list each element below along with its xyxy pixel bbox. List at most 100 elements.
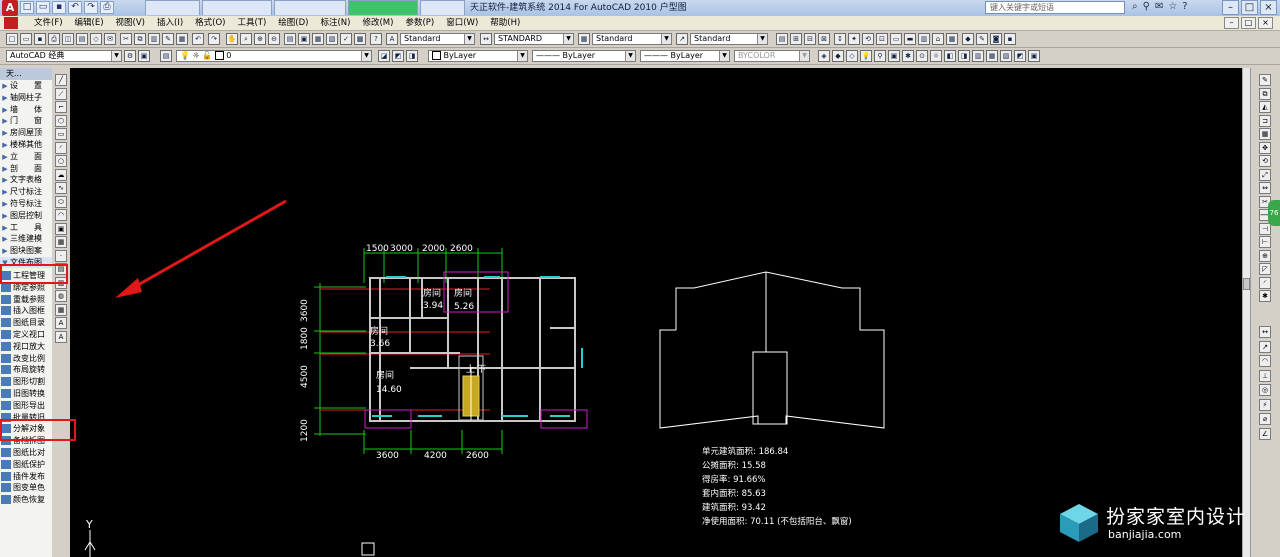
quickcalc-icon[interactable]: ▩ bbox=[354, 33, 366, 45]
search-icon[interactable]: ⌕ bbox=[1132, 1, 1138, 12]
doc-minimize-button[interactable]: – bbox=[1224, 17, 1239, 29]
tz-view-9-icon[interactable]: ☼ bbox=[930, 50, 942, 62]
ellipse-arc-icon[interactable]: ◠ bbox=[55, 209, 67, 221]
undo-icon[interactable]: ↶ bbox=[192, 33, 204, 45]
move-icon[interactable]: ✥ bbox=[1259, 141, 1271, 154]
palette-item-5[interactable]: ▶ 楼梯其他 bbox=[0, 139, 52, 150]
tz-view-3-icon[interactable]: ◇ bbox=[846, 50, 858, 62]
tz-tool-11-icon[interactable]: ▥ bbox=[918, 33, 930, 45]
browser-tab-5[interactable] bbox=[420, 0, 465, 15]
table-style-icon[interactable]: ▦ bbox=[578, 33, 590, 45]
3d-dwf-icon[interactable]: ◇ bbox=[90, 33, 102, 45]
browser-tab-1[interactable] bbox=[145, 0, 200, 15]
dim-ordinate-icon[interactable]: ⊥ bbox=[1259, 369, 1271, 382]
markup-icon[interactable]: ✓ bbox=[340, 33, 352, 45]
close-button[interactable]: × bbox=[1260, 0, 1277, 15]
palette-item-12[interactable]: ▶ 工 具 bbox=[0, 222, 52, 233]
redo-icon[interactable]: ↷ bbox=[84, 1, 98, 14]
multiline-text-icon[interactable]: A bbox=[55, 317, 67, 329]
lineweight-select[interactable]: ——— ByLayer ▼ bbox=[640, 50, 730, 62]
palette-item-31[interactable]: 图纸比对 bbox=[0, 447, 52, 458]
polygon-icon[interactable]: ⬡ bbox=[55, 114, 67, 127]
menu-view[interactable]: 视图(V) bbox=[110, 16, 151, 30]
etransmit-icon[interactable]: ✉ bbox=[104, 33, 116, 45]
chamfer-icon[interactable]: ◸ bbox=[1259, 263, 1271, 275]
erase-icon[interactable]: ✎ bbox=[1259, 74, 1271, 86]
tool-palettes-icon[interactable]: ▦ bbox=[312, 33, 324, 45]
match-properties-icon[interactable]: ✎ bbox=[162, 33, 174, 45]
workspace-select[interactable]: AutoCAD 经典 ▼ bbox=[6, 50, 122, 62]
region-icon[interactable]: ◍ bbox=[55, 290, 67, 302]
palette-item-35[interactable]: 颜色恢复 bbox=[0, 494, 52, 505]
tz-tool-9-icon[interactable]: ▭ bbox=[890, 33, 902, 45]
browser-tab-2[interactable] bbox=[202, 0, 272, 15]
palette-item-11[interactable]: ▶ 图层控制 bbox=[0, 210, 52, 221]
workspace-settings-icon[interactable]: ⚙ bbox=[124, 50, 136, 62]
rectangle-icon[interactable]: ▭ bbox=[55, 128, 67, 140]
tz-view-11-icon[interactable]: ◨ bbox=[958, 50, 970, 62]
palette-item-7[interactable]: ▶ 剖 面 bbox=[0, 163, 52, 174]
copy-icon[interactable]: ⧉ bbox=[134, 33, 146, 45]
maximize-button[interactable]: □ bbox=[1241, 0, 1258, 15]
zoom-realtime-icon[interactable]: ⌕ bbox=[240, 33, 252, 45]
layer-previous-icon[interactable]: ◩ bbox=[392, 50, 404, 62]
pan-icon[interactable]: ✋ bbox=[226, 33, 238, 45]
palette-item-1[interactable]: ▶ 轴网柱子 bbox=[0, 92, 52, 103]
tz-tool-1-icon[interactable]: ▤ bbox=[776, 33, 788, 45]
dim-aligned-icon[interactable]: ↗ bbox=[1259, 340, 1271, 353]
text-icon[interactable]: A bbox=[55, 330, 67, 343]
spline-icon[interactable]: ∿ bbox=[55, 182, 67, 194]
palette-item-13[interactable]: ▶ 三维建模 bbox=[0, 233, 52, 244]
palette-item-26[interactable]: 旧图转换 bbox=[0, 388, 52, 399]
palette-item-14[interactable]: ▶ 图块图案 bbox=[0, 245, 52, 256]
menu-file[interactable]: 文件(F) bbox=[28, 16, 69, 30]
print-icon[interactable]: ⎙ bbox=[48, 33, 60, 45]
save-icon[interactable]: ▪ bbox=[52, 1, 66, 14]
palette-item-25[interactable]: 图形切割 bbox=[0, 376, 52, 387]
menu-insert[interactable]: 插入(I) bbox=[151, 16, 189, 30]
arc-icon[interactable]: ◜ bbox=[55, 141, 67, 154]
stretch-icon[interactable]: ⇔ bbox=[1259, 182, 1271, 194]
tz-tool-13-icon[interactable]: ▦ bbox=[946, 33, 958, 45]
menu-dimension[interactable]: 标注(N) bbox=[314, 16, 356, 30]
fillet-icon[interactable]: ◜ bbox=[1259, 276, 1271, 289]
palette-item-34[interactable]: 图变单色 bbox=[0, 482, 52, 493]
tz-view-2-icon[interactable]: ◆ bbox=[832, 50, 844, 62]
help-icon[interactable]: ? bbox=[370, 33, 382, 45]
ellipse-icon[interactable]: ⬭ bbox=[55, 195, 67, 208]
layer-select[interactable]: 💡 ☼ 🔓 0 ▼ bbox=[176, 50, 372, 62]
new-file-icon[interactable]: □ bbox=[20, 1, 34, 14]
redo-icon[interactable]: ↷ bbox=[208, 33, 220, 45]
drawing-canvas[interactable]: 1500 3000 2000 2600 3600 4200 2600 3600 … bbox=[70, 68, 1242, 557]
polyline-icon[interactable]: ⌐ bbox=[55, 101, 67, 113]
color-select[interactable]: ByLayer ▼ bbox=[428, 50, 528, 62]
palette-item-19[interactable]: 插入图框 bbox=[0, 305, 52, 316]
palette-item-23[interactable]: 改变比例 bbox=[0, 353, 52, 364]
layer-states-icon[interactable]: ◨ bbox=[406, 50, 418, 62]
palette-item-3[interactable]: ▶ 门 窗 bbox=[0, 115, 52, 126]
menu-tools[interactable]: 工具(T) bbox=[231, 16, 272, 30]
menu-draw[interactable]: 绘图(D) bbox=[272, 16, 314, 30]
cut-icon[interactable]: ✂ bbox=[120, 33, 132, 45]
palette-item-4[interactable]: ▶ 房间屋顶 bbox=[0, 127, 52, 138]
copy-icon[interactable]: ⧉ bbox=[1259, 87, 1271, 100]
tz-view-8-icon[interactable]: ⊙ bbox=[916, 50, 928, 62]
communication-icon[interactable]: ✉ bbox=[1155, 1, 1163, 12]
line-icon[interactable]: ╱ bbox=[55, 74, 67, 86]
dim-angular-icon[interactable]: ∠ bbox=[1259, 427, 1271, 440]
zoom-previous-icon[interactable]: ⊖ bbox=[268, 33, 280, 45]
dim-diameter-icon[interactable]: ⌀ bbox=[1259, 413, 1271, 425]
plot-icon[interactable]: ⎙ bbox=[100, 1, 114, 14]
tz-view-4-icon[interactable]: 💡 bbox=[860, 50, 872, 62]
tz-tool-8-icon[interactable]: ⊡ bbox=[876, 33, 888, 45]
palette-item-2[interactable]: ▶ 墙 体 bbox=[0, 104, 52, 115]
plotstyle-select[interactable]: BYCOLOR ▼ bbox=[734, 50, 810, 62]
tz-view-10-icon[interactable]: ◧ bbox=[944, 50, 956, 62]
tz-view-14-icon[interactable]: ▧ bbox=[1000, 50, 1012, 62]
tz-view-1-icon[interactable]: ◈ bbox=[818, 50, 830, 62]
multileader-style-icon[interactable]: ↗ bbox=[676, 33, 688, 45]
make-current-layer-icon[interactable]: ◪ bbox=[378, 50, 390, 62]
paste-icon[interactable]: ▥ bbox=[148, 33, 160, 45]
break-icon[interactable]: ⊢ bbox=[1259, 236, 1271, 248]
dim-style-select[interactable]: STANDARD ▼ bbox=[494, 33, 574, 45]
